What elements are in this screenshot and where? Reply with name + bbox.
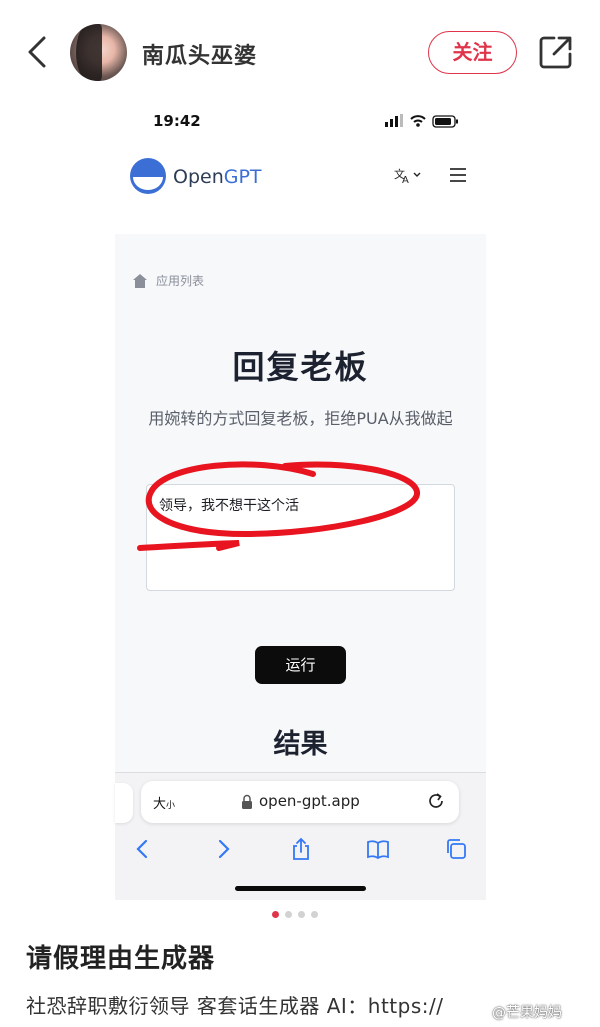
prompt-input[interactable]: 领导，我不想干这个活 [146,484,455,591]
status-time: 19:42 [153,112,201,130]
post-title: 请假理由生成器 [26,944,216,974]
result-heading: 结果 [273,729,328,760]
browser-toolbar: 大小 open-gpt.app [115,772,486,900]
share-icon[interactable] [289,837,313,861]
home-indicator [235,886,366,891]
avatar[interactable] [70,24,127,81]
post-image[interactable]: 19:42 OpenGPT 文 A 应用列表 回复老板 用婉转的方式回复老板，拒… [115,104,486,900]
breadcrumb[interactable]: 应用列表 [132,272,204,289]
watermark: @芒果妈妈 [492,1005,562,1021]
url-text[interactable]: open-gpt.app [259,792,360,810]
back-arrow-icon[interactable] [22,32,52,72]
opengpt-logo-icon[interactable] [129,157,167,195]
app-card: 应用列表 回复老板 用婉转的方式回复老板，拒绝PUA从我做起 领导，我不想干这个… [115,234,486,774]
hamburger-menu-icon[interactable] [449,166,467,184]
forward-nav-icon[interactable] [211,837,235,861]
run-button[interactable]: 运行 [255,646,346,684]
image-pager[interactable] [272,911,318,918]
translate-icon[interactable]: 文 A [393,166,425,186]
reload-icon[interactable] [427,792,445,810]
home-icon [133,273,147,288]
page-subtitle: 用婉转的方式回复老板，拒绝PUA从我做起 [148,409,453,428]
app-header: 南瓜头巫婆 关注 [0,0,600,104]
post-body[interactable]: 社恐辞职敷衍领导 客套话生成器 AI：https:// [26,990,443,1019]
address-bar[interactable]: 大小 open-gpt.app [141,781,459,823]
bookmarks-icon[interactable] [366,837,390,861]
text-size-button[interactable]: 大小 [153,793,175,812]
site-header: OpenGPT 文 A [115,144,486,208]
follow-button[interactable]: 关注 [428,31,517,74]
pager-dot[interactable] [285,911,292,918]
svg-text:A: A [402,175,409,186]
tabs-icon[interactable] [444,837,468,861]
status-icons [385,114,458,128]
back-nav-icon[interactable] [131,837,155,861]
share-external-icon[interactable] [538,34,574,70]
username[interactable]: 南瓜头巫婆 [142,38,257,70]
pager-dot[interactable] [298,911,305,918]
previous-tab[interactable] [115,783,133,823]
breadcrumb-label[interactable]: 应用列表 [156,272,204,289]
page-title: 回复老板 [232,348,369,386]
lock-icon [242,794,252,809]
pager-dot[interactable] [311,911,318,918]
pager-dot-active[interactable] [272,911,279,918]
site-logo-text[interactable]: OpenGPT [173,166,262,188]
